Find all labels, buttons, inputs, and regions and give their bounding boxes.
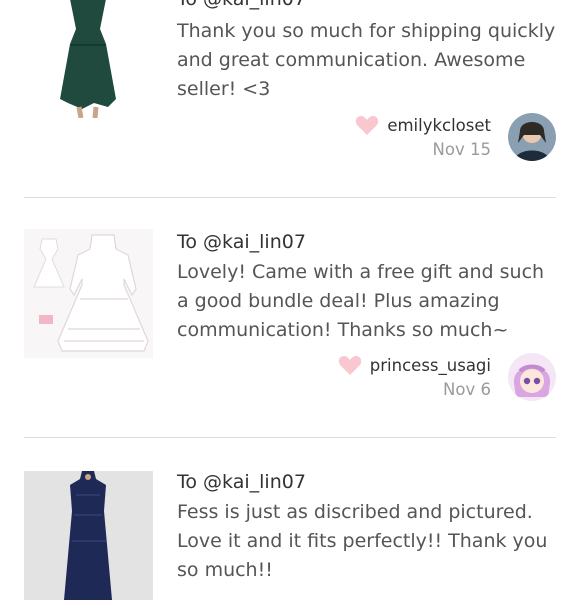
review-text: Lovely! Came with a free gift and such a… (177, 261, 545, 341)
reviewer-avatar[interactable] (508, 353, 556, 401)
heart-icon[interactable] (338, 354, 362, 376)
reviewer-avatar[interactable] (508, 113, 556, 161)
review-date: Nov 6 (443, 380, 491, 399)
reviewer-row: princess_usagi (338, 352, 491, 378)
item-thumbnail[interactable] (24, 471, 153, 600)
white-lolita-dress-image (24, 229, 153, 358)
item-thumbnail[interactable] (24, 229, 153, 358)
item-thumbnail[interactable] (24, 0, 153, 118)
review-text: Fess is just as discribed and pictured. … (177, 501, 548, 581)
review-date: Nov 15 (432, 140, 491, 159)
review-item: To @kai_lin07 Fess is just as discribed … (0, 438, 579, 600)
review-recipient[interactable]: To @kai_lin07 (177, 231, 306, 253)
avatar-image (508, 353, 556, 401)
review-recipient[interactable]: To @kai_lin07 (177, 0, 306, 10)
green-lace-dress-image (24, 0, 153, 118)
reviewer-username[interactable]: emilykcloset (387, 116, 491, 135)
reviewer-row: emilykcloset (355, 112, 491, 138)
review-recipient[interactable]: To @kai_lin07 (177, 471, 306, 493)
review-text: Thank you so much for shipping quickly a… (177, 20, 556, 100)
reviewer-username[interactable]: princess_usagi (370, 356, 491, 375)
review-item: To @kai_lin07 Thank you so much for ship… (0, 0, 579, 197)
heart-icon[interactable] (355, 114, 379, 136)
navy-lace-dress-image (24, 471, 153, 600)
avatar-image (508, 113, 556, 161)
review-item: To @kai_lin07 Lovely! Came with a free g… (0, 198, 579, 438)
